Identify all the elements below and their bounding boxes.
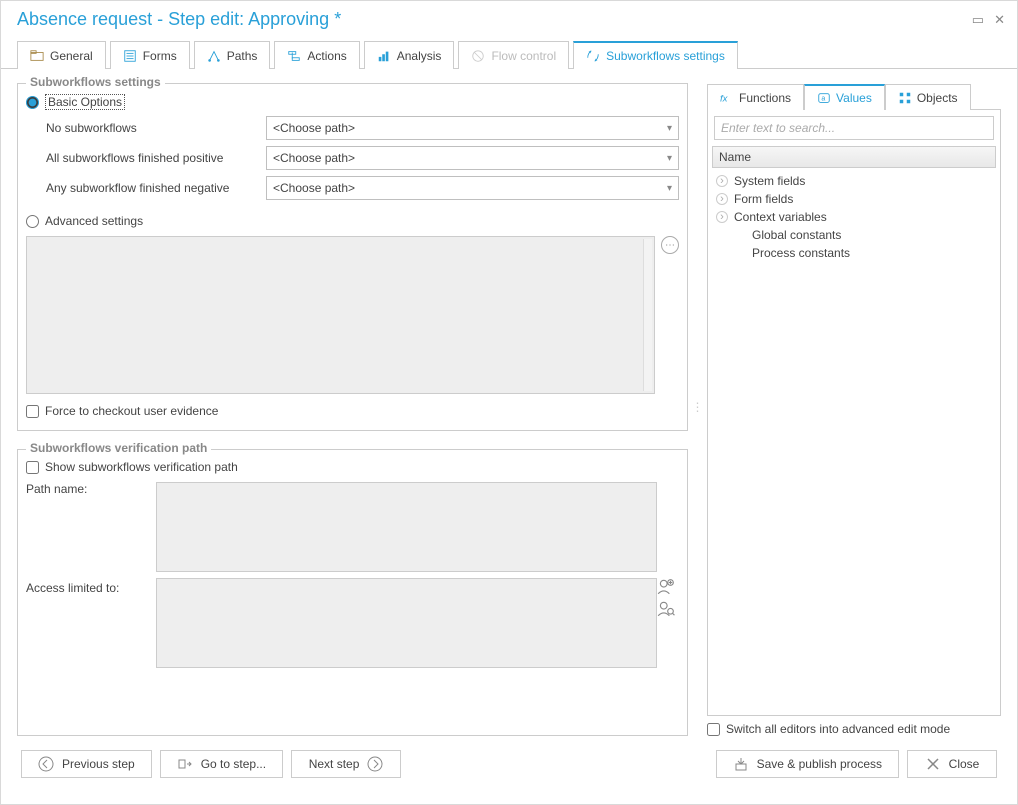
- switch-advanced-mode-checkbox[interactable]: [707, 723, 720, 736]
- tab-flow-control: Flow control: [458, 41, 569, 69]
- tab-forms[interactable]: Forms: [110, 41, 190, 69]
- svg-text:fx: fx: [720, 93, 729, 104]
- advanced-settings-label: Advanced settings: [45, 214, 143, 228]
- tree-item-form-fields[interactable]: ›Form fields: [716, 190, 992, 208]
- values-icon: a: [817, 91, 831, 105]
- expand-icon[interactable]: ›: [716, 193, 728, 205]
- tree-item-process-constants[interactable]: Process constants: [734, 244, 992, 262]
- subworkflows-settings-group: Subworkflows settings Basic Options No s…: [17, 83, 688, 431]
- window-title: Absence request - Step edit: Approving *: [17, 9, 341, 30]
- access-limited-input[interactable]: [156, 578, 657, 668]
- tab-subworkflows-settings[interactable]: Subworkflows settings: [573, 41, 738, 69]
- all-positive-label: All subworkflows finished positive: [46, 151, 266, 165]
- tree-item-context-variables[interactable]: ›Context variables: [716, 208, 992, 226]
- name-column-header[interactable]: Name: [712, 146, 996, 168]
- path-name-label: Path name:: [26, 482, 156, 496]
- show-verification-label: Show subworkflows verification path: [45, 460, 238, 474]
- svg-text:a: a: [821, 96, 825, 103]
- verification-path-group: Subworkflows verification path Show subw…: [17, 449, 688, 736]
- arrow-right-icon: [367, 756, 383, 772]
- tree-item-system-fields[interactable]: ›System fields: [716, 172, 992, 190]
- tab-functions[interactable]: fx Functions: [707, 84, 804, 110]
- save-icon: [733, 756, 749, 772]
- right-panel-tabs: fx Functions a Values Objects: [707, 83, 1001, 110]
- tab-values[interactable]: a Values: [804, 84, 885, 110]
- advanced-expression-input[interactable]: [26, 236, 655, 394]
- arrow-left-icon: [38, 756, 54, 772]
- save-publish-button[interactable]: Save & publish process: [716, 750, 899, 778]
- values-panel: Enter text to search... Name ›System fie…: [707, 110, 1001, 716]
- add-user-icon[interactable]: [657, 578, 675, 596]
- paths-icon: [207, 49, 221, 63]
- expand-icon[interactable]: ›: [716, 175, 728, 187]
- goto-step-button[interactable]: Go to step...: [160, 750, 283, 778]
- access-limited-label: Access limited to:: [26, 578, 156, 595]
- main-tabs: General Forms Paths Actions Analysis Flo…: [1, 40, 1017, 69]
- tab-paths[interactable]: Paths: [194, 41, 271, 69]
- fx-icon: fx: [720, 91, 734, 105]
- no-subworkflows-label: No subworkflows: [46, 121, 266, 135]
- more-icon[interactable]: ⋯: [661, 236, 679, 254]
- force-checkout-label: Force to checkout user evidence: [45, 404, 218, 418]
- show-verification-checkbox[interactable]: [26, 461, 39, 474]
- chevron-down-icon: ▾: [667, 183, 672, 194]
- close-button[interactable]: Close: [907, 750, 997, 778]
- all-positive-combo[interactable]: <Choose path>▾: [266, 146, 679, 170]
- tab-objects[interactable]: Objects: [885, 84, 971, 110]
- splitter-handle[interactable]: ⋮: [696, 77, 699, 736]
- search-input[interactable]: Enter text to search...: [714, 116, 994, 140]
- folder-icon: [30, 49, 44, 63]
- tab-actions[interactable]: Actions: [274, 41, 359, 69]
- find-user-icon[interactable]: [657, 600, 675, 618]
- maximize-icon[interactable]: ▭: [972, 12, 984, 28]
- force-checkout-checkbox[interactable]: [26, 405, 39, 418]
- forms-icon: [123, 49, 137, 63]
- flow-control-icon: [471, 49, 485, 63]
- chevron-down-icon: ▾: [667, 123, 672, 134]
- basic-options-label: Basic Options: [45, 94, 125, 110]
- close-x-icon: [925, 756, 941, 772]
- close-icon[interactable]: ✕: [994, 12, 1005, 28]
- previous-step-button[interactable]: Previous step: [21, 750, 152, 778]
- tab-analysis[interactable]: Analysis: [364, 41, 455, 69]
- values-tree: ›System fields ›Form fields ›Context var…: [708, 168, 1000, 715]
- tree-item-global-constants[interactable]: Global constants: [734, 226, 992, 244]
- next-step-button[interactable]: Next step: [291, 750, 401, 778]
- switch-advanced-mode-label: Switch all editors into advanced edit mo…: [726, 722, 950, 736]
- chevron-down-icon: ▾: [667, 153, 672, 164]
- tab-general[interactable]: General: [17, 41, 106, 69]
- analysis-icon: [377, 49, 391, 63]
- no-subworkflows-combo[interactable]: <Choose path>▾: [266, 116, 679, 140]
- actions-icon: [287, 49, 301, 63]
- goto-icon: [177, 756, 193, 772]
- advanced-settings-radio[interactable]: [26, 215, 39, 228]
- basic-options-radio[interactable]: [26, 96, 39, 109]
- objects-icon: [898, 91, 912, 105]
- path-name-input[interactable]: [156, 482, 657, 572]
- expand-icon[interactable]: ›: [716, 211, 728, 223]
- any-negative-label: Any subworkflow finished negative: [46, 181, 266, 195]
- subworkflows-icon: [586, 49, 600, 63]
- any-negative-combo[interactable]: <Choose path>▾: [266, 176, 679, 200]
